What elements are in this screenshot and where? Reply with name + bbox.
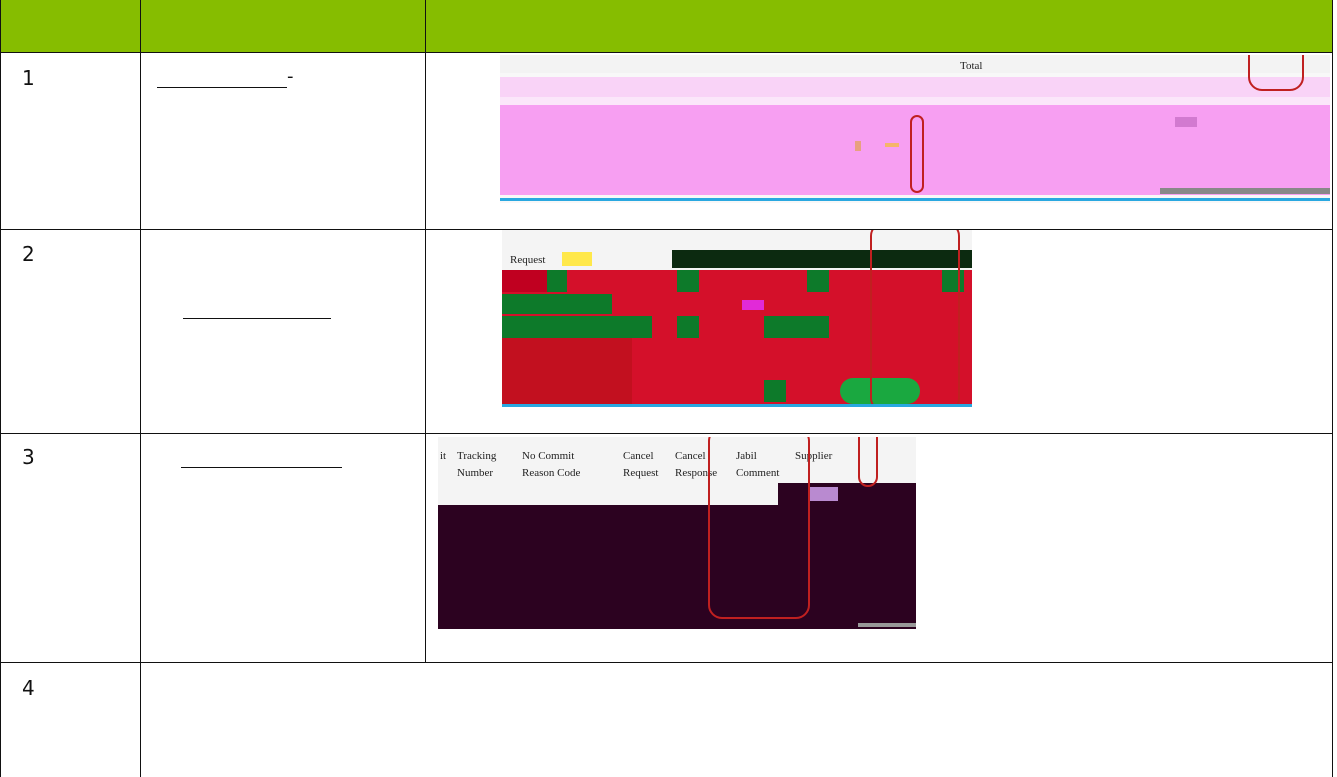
highlight-outline (858, 437, 878, 487)
description-underline (157, 87, 287, 88)
description-suffix: - (287, 66, 294, 87)
highlight-outline (870, 230, 960, 405)
table-border (140, 0, 141, 52)
row-number: 2 (22, 242, 35, 266)
column-header: No Commit (522, 450, 575, 462)
screenshot-snippet-2: Request (502, 230, 972, 405)
description-underline (181, 467, 342, 468)
column-header: Request (623, 467, 659, 479)
table-border (1332, 0, 1333, 777)
screenshot-snippet-3: it Tracking Number No Commit Reason Code… (438, 437, 916, 629)
cell-block (502, 338, 632, 405)
snippet-header (500, 55, 1330, 73)
cell-block (677, 316, 699, 338)
scrollbar (858, 623, 916, 627)
icon-glyph (855, 141, 861, 151)
icon-glyph (742, 300, 764, 310)
highlight-band (500, 97, 1330, 105)
scrollbar (1160, 188, 1330, 194)
column-header: it (440, 450, 447, 462)
row-number: 3 (22, 445, 35, 469)
table-header-row (0, 0, 1332, 52)
table-border (425, 0, 426, 52)
table-border (0, 0, 1, 777)
icon-glyph (808, 487, 838, 501)
dark-band (438, 505, 916, 629)
highlight-outline (910, 115, 924, 193)
cell-block (764, 316, 829, 338)
icon-glyph (562, 252, 592, 266)
screenshot-snippet-1: Total (500, 55, 1330, 203)
table-border (140, 662, 141, 777)
cell-block (502, 294, 612, 314)
column-header: Cancel (675, 450, 706, 462)
cell-block (764, 380, 786, 402)
total-label: Total (960, 60, 983, 72)
highlight-outline (708, 437, 810, 619)
cell-block (502, 316, 652, 338)
table-border (140, 52, 141, 662)
table-border (0, 433, 1333, 434)
divider-line (502, 404, 972, 407)
icon-glyph (1175, 117, 1197, 127)
highlight-band (500, 77, 1330, 97)
cell-block (807, 270, 829, 292)
divider-line (500, 198, 1330, 201)
column-header: Number (457, 467, 494, 479)
cell-block (677, 270, 699, 292)
icon-glyph (885, 143, 899, 147)
table-border (425, 52, 426, 662)
column-header: Cancel (623, 450, 654, 462)
row-number: 4 (22, 676, 35, 700)
table-border (0, 52, 1333, 53)
row-number: 1 (22, 66, 35, 90)
cell-block (547, 270, 567, 292)
column-header: Reason Code (522, 467, 581, 479)
request-label: Request (510, 254, 546, 266)
table-border (0, 662, 1333, 663)
column-header: Tracking (457, 450, 497, 462)
description-underline (183, 318, 331, 319)
highlight-outline (1248, 55, 1304, 91)
